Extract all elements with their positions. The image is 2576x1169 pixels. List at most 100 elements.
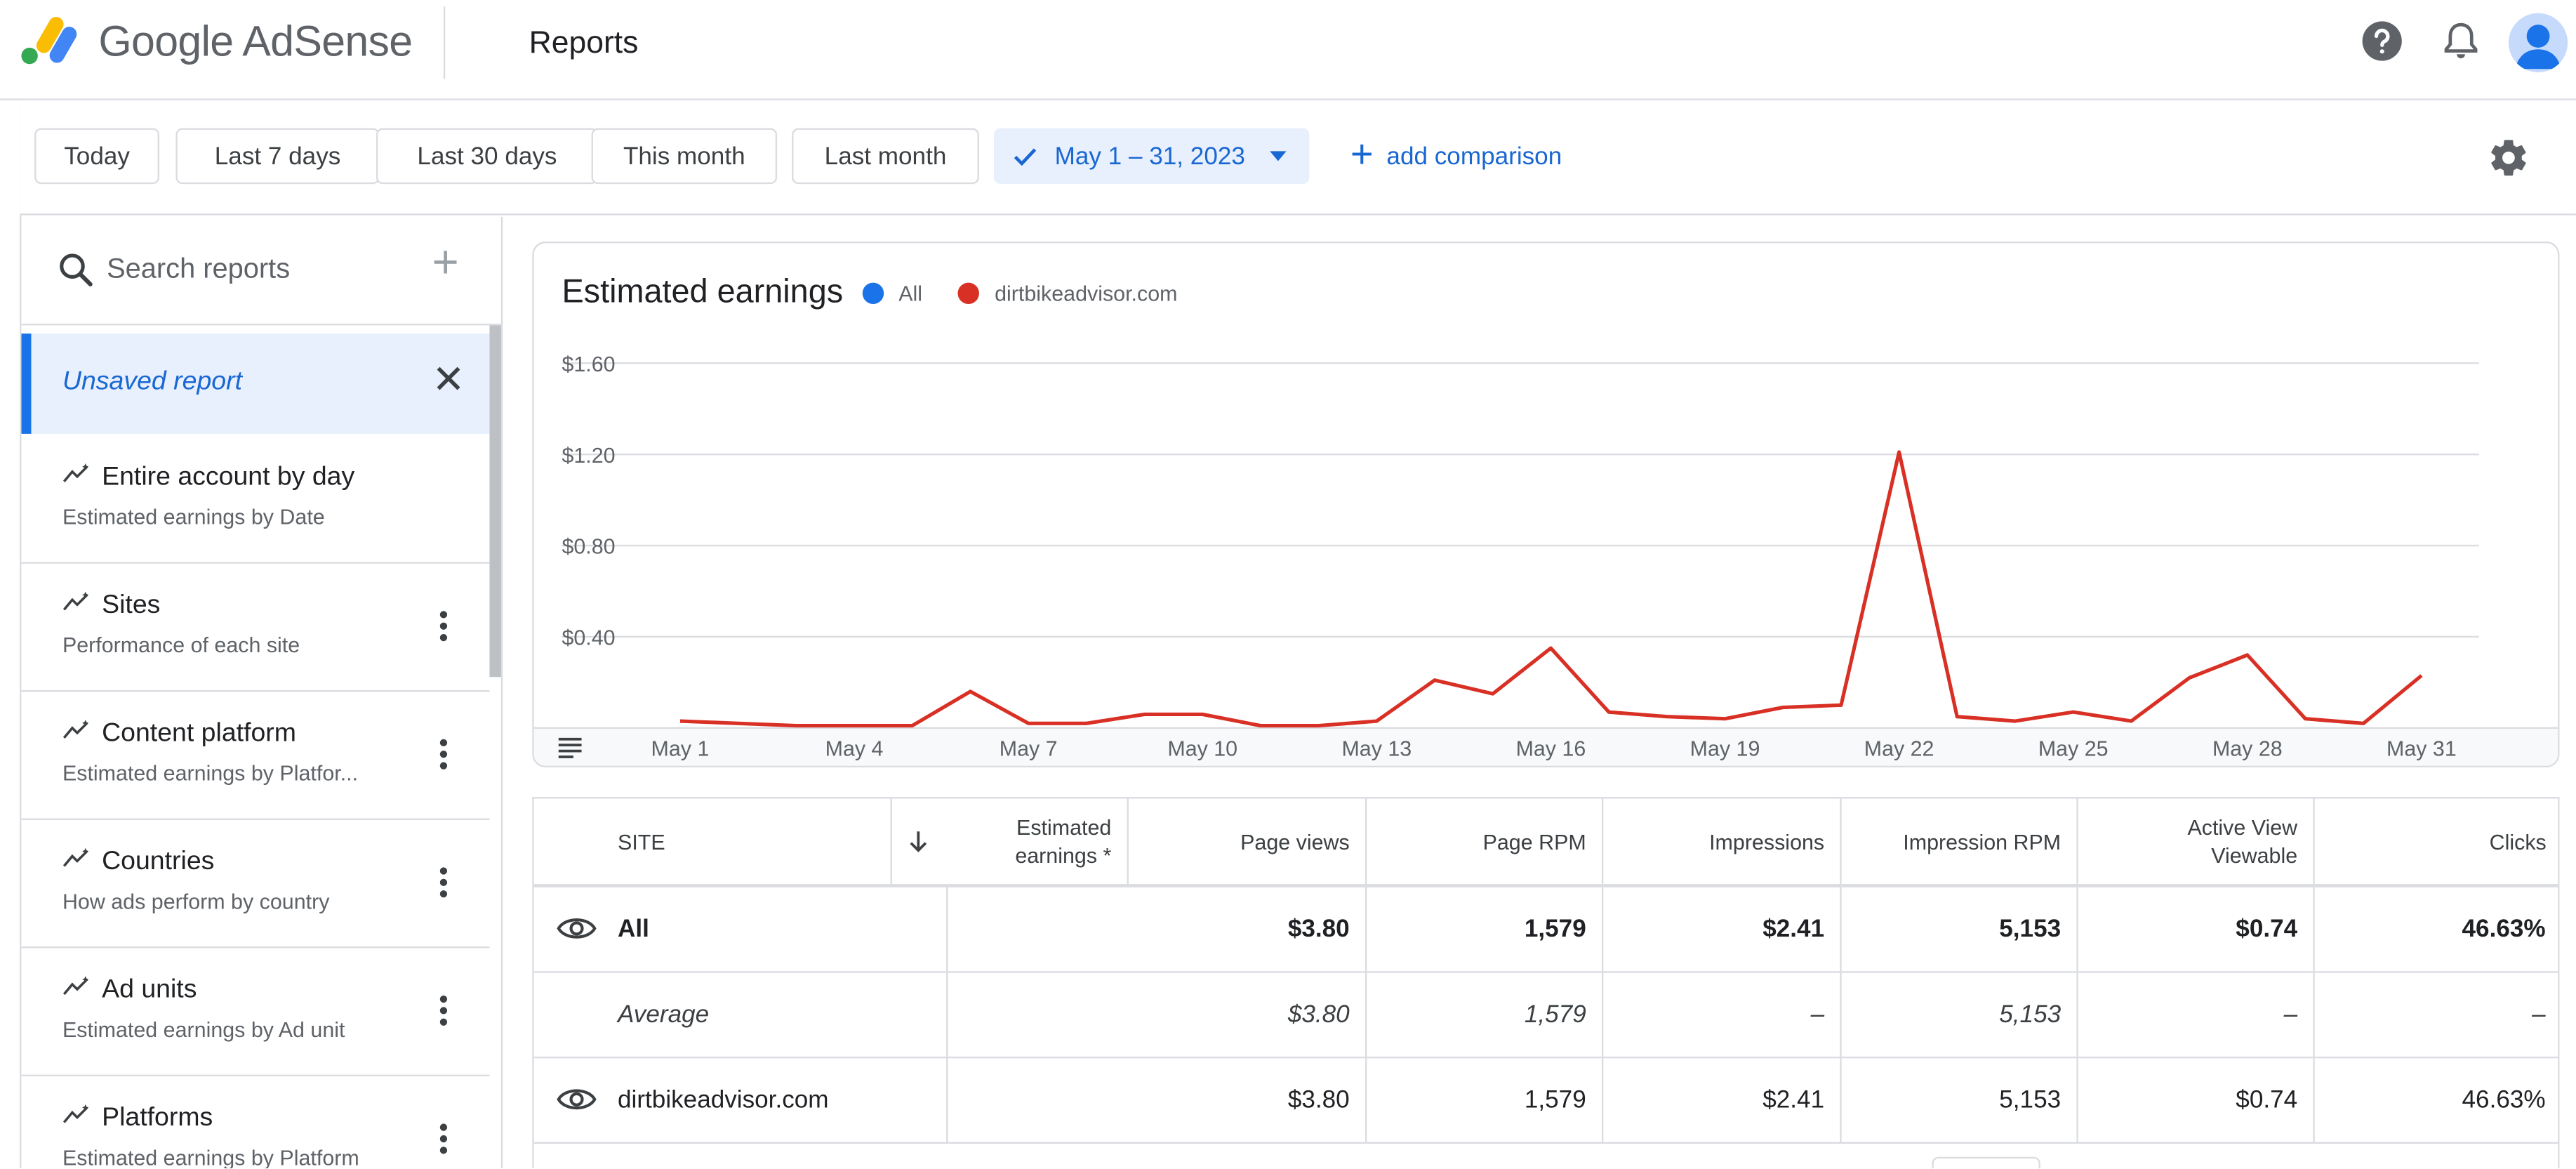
y-tick-label: $1.60	[562, 352, 615, 376]
report-item-title: Countries	[102, 847, 215, 876]
chip-today[interactable]: Today	[34, 128, 160, 185]
x-tick-label: May 13	[1341, 737, 1412, 761]
search-reports[interactable]: Search reports +	[21, 217, 501, 326]
page-title: Reports	[529, 26, 639, 61]
table-toggle-icon[interactable]	[558, 737, 582, 741]
settings-gear-icon[interactable]	[2488, 136, 2530, 179]
cell-active-view: –	[2313, 971, 2558, 1058]
visibility-toggle[interactable]	[533, 885, 618, 972]
table-row-all: All $3.80 1,579 $2.41 5,153 $0.74 46.63%…	[533, 885, 2558, 972]
table-toggle-icon[interactable]	[558, 755, 573, 758]
table-toggle-icon[interactable]	[558, 749, 582, 753]
new-report-plus-icon[interactable]: +	[432, 239, 459, 286]
trend-sparkle-icon	[62, 976, 89, 996]
table-header-row: SITE Estimated earnings * Page views Pag…	[533, 798, 2558, 887]
report-item-subtitle: Estimated earnings by Ad unit	[62, 1017, 345, 1042]
earnings-chart-card: Estimated earnings All dirtbikeadvisor.c…	[532, 242, 2560, 768]
divider	[443, 6, 446, 79]
add-comparison-button[interactable]: + add comparison	[1331, 128, 1562, 185]
cell-estimated-earnings: $3.80	[946, 971, 1367, 1058]
date-range-selector[interactable]: May 1 – 31, 2023	[994, 128, 1310, 185]
adsense-reports-page: Google AdSense Reports Today Last 7 days…	[0, 0, 2576, 1169]
column-header-impression-rpm[interactable]: Impression RPM	[1840, 798, 2078, 887]
more-vert-icon[interactable]	[439, 1123, 449, 1156]
cell-page-views: 1,579	[1365, 1056, 1603, 1143]
column-header-estimated-earnings[interactable]: Estimated earnings *	[946, 798, 1128, 887]
notifications-bell-icon[interactable]	[2440, 20, 2483, 62]
close-icon[interactable]: ✕	[432, 361, 465, 401]
more-vert-icon[interactable]	[439, 738, 449, 771]
column-header-clicks[interactable]: Clicks	[2313, 798, 2558, 887]
cell-impression-rpm: $0.74	[2076, 1056, 2314, 1143]
cell-impressions: 5,153	[1840, 885, 2078, 972]
table-toggle-icon[interactable]	[558, 744, 582, 747]
report-item-content-platform[interactable]: Content platform Estimated earnings by P…	[21, 692, 490, 820]
report-item-subtitle: Performance of each site	[62, 633, 300, 658]
unsaved-report-item[interactable]: Unsaved report ✕	[21, 333, 490, 434]
pagination-control[interactable]	[1932, 1156, 2040, 1169]
column-header-impressions[interactable]: Impressions	[1601, 798, 1841, 887]
cell-page-rpm: $2.41	[1601, 1056, 1841, 1143]
date-filter-bar: Today Last 7 days Last 30 days This mont…	[20, 100, 2576, 216]
arrow-down-icon	[910, 831, 927, 852]
x-tick-label: May 16	[1516, 737, 1586, 761]
y-tick-label: $0.80	[562, 535, 615, 559]
report-item-title: Entire account by day	[102, 463, 355, 491]
account-avatar[interactable]	[2508, 13, 2568, 72]
eye-icon	[556, 1089, 596, 1110]
table-row-average: Average $3.80 1,579 – 5,153 – – 30	[533, 971, 2558, 1058]
x-tick-label: May 31	[2386, 737, 2457, 761]
report-item-title: Sites	[102, 591, 161, 620]
cell-estimated-earnings: $3.80	[946, 1056, 1367, 1143]
x-tick-label: May 7	[1000, 737, 1058, 761]
search-reports-placeholder: Search reports	[107, 253, 291, 284]
x-tick-label: May 1	[651, 737, 710, 761]
chip-last-30-days[interactable]: Last 30 days	[376, 128, 598, 185]
more-vert-icon[interactable]	[439, 609, 449, 642]
more-vert-icon[interactable]	[439, 866, 449, 899]
report-table: SITE Estimated earnings * Page views Pag…	[532, 797, 2560, 1169]
cell-page-rpm: $2.41	[1601, 885, 1841, 972]
cell-impressions: 5,153	[1840, 1056, 2078, 1143]
y-tick-label: $1.20	[562, 444, 615, 468]
earnings-line-chart: $1.60 $1.20 $0.80 $0.40 May 1 May 4 May 7 May 1…	[533, 352, 2558, 766]
chip-last-month[interactable]: Last month	[792, 128, 979, 185]
report-item-sites[interactable]: Sites Performance of each site	[21, 564, 490, 692]
empty-cell	[533, 971, 618, 1058]
top-app-bar: Google AdSense Reports	[0, 0, 2576, 100]
help-icon[interactable]	[2361, 20, 2403, 62]
selected-date-range: May 1 – 31, 2023	[1054, 142, 1245, 171]
trend-sparkle-icon	[62, 1104, 89, 1123]
eye-icon	[556, 918, 596, 939]
y-tick-label: $0.40	[562, 626, 615, 650]
report-item-countries[interactable]: Countries How ads perform by country	[21, 820, 490, 949]
cell-impression-rpm: $0.74	[2076, 885, 2314, 972]
cell-impressions: 5,153	[1840, 971, 2078, 1058]
series-line-dirtbikeadvisor-com	[679, 450, 2423, 728]
report-item-ad-units[interactable]: Ad units Estimated earnings by Ad unit	[21, 948, 490, 1077]
cell-site: All	[618, 885, 948, 972]
column-header-site[interactable]: SITE	[618, 798, 891, 887]
report-item-entire-account-by-day[interactable]: Entire account by day Estimated earnings…	[21, 435, 490, 564]
chip-last-7-days[interactable]: Last 7 days	[175, 128, 380, 185]
visibility-toggle[interactable]	[533, 1056, 618, 1143]
column-header-page-rpm[interactable]: Page RPM	[1365, 798, 1603, 887]
column-header-active-view-viewable[interactable]: Active View Viewable	[2076, 798, 2314, 887]
cell-page-rpm: –	[1601, 971, 1841, 1058]
sort-column-header[interactable]	[890, 798, 947, 887]
column-header-page-views[interactable]: Page views	[1127, 798, 1367, 887]
more-vert-icon[interactable]	[439, 994, 449, 1027]
report-item-platforms[interactable]: Platforms Estimated earnings by Platform	[21, 1076, 489, 1168]
sidebar-scrollbar[interactable]	[489, 325, 501, 678]
cell-active-view: 46.63%	[2313, 1056, 2558, 1143]
trend-sparkle-icon	[62, 463, 89, 482]
unsaved-report-label: Unsaved report	[62, 368, 242, 397]
chip-this-month[interactable]: This month	[591, 128, 778, 185]
check-icon	[1014, 148, 1037, 166]
adsense-logo-icon[interactable]	[20, 15, 79, 67]
report-item-title: Platforms	[102, 1104, 213, 1132]
cell-active-view: 46.63%	[2313, 885, 2558, 972]
cell-site: dirtbikeadvisor.com	[618, 1056, 948, 1143]
x-tick-label: May 4	[825, 737, 884, 761]
report-item-subtitle: Estimated earnings by Date	[62, 504, 325, 529]
